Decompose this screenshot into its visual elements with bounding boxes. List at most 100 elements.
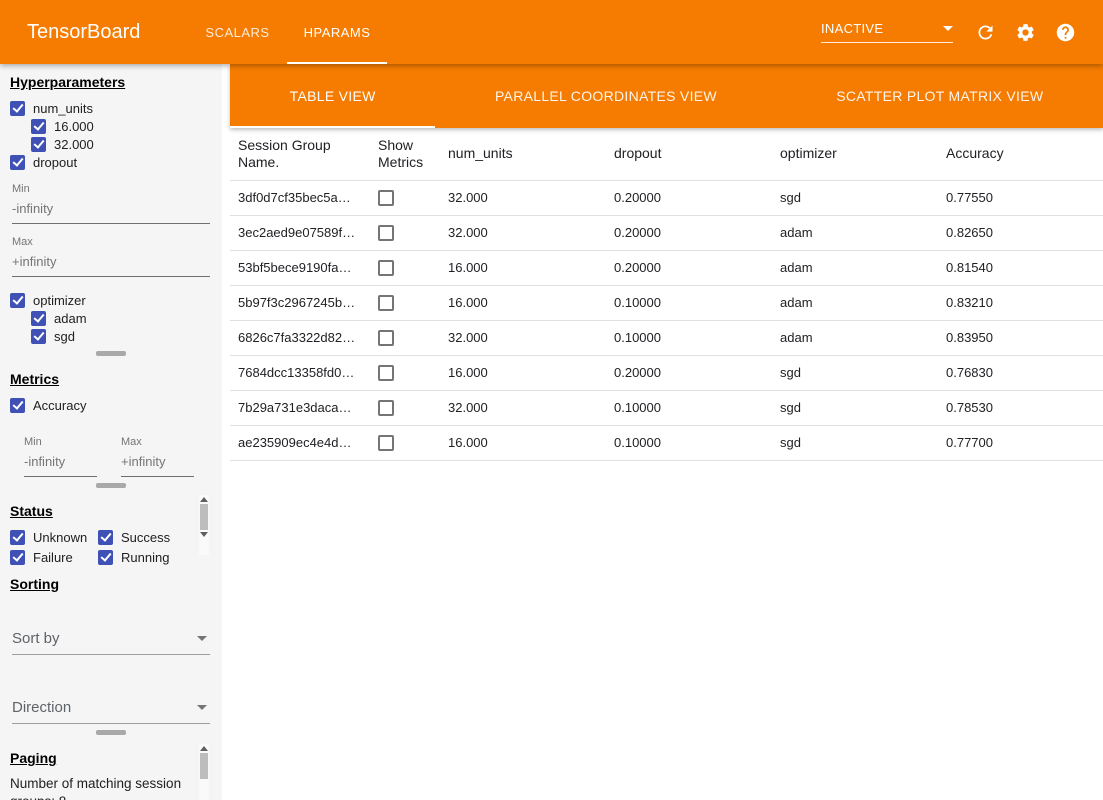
checkbox-checked-icon (10, 101, 25, 116)
optimizer-cell: sgd (772, 180, 938, 215)
gear-icon (1015, 22, 1036, 43)
session-groups-table: Session Group Name. Show Metrics num_uni… (230, 128, 1103, 461)
section-splitter (0, 477, 222, 493)
splitter-handle[interactable] (96, 730, 126, 735)
max-label: Max (121, 436, 194, 448)
show-metrics-checkbox[interactable] (378, 190, 394, 206)
checkbox-status-failure[interactable]: Failure (10, 548, 98, 566)
app-title: TensorBoard (27, 21, 140, 44)
col-optimizer: optimizer (772, 128, 938, 180)
table-row[interactable]: 7b29a731e3daca… 32.000 0.10000 sgd 0.785… (230, 390, 1103, 425)
help-icon (1055, 22, 1076, 43)
num-units-cell: 16.000 (440, 425, 606, 460)
tab-hparams[interactable]: HPARAMS (287, 0, 388, 64)
splitter-handle[interactable] (96, 483, 126, 488)
scroll-down-icon[interactable] (200, 532, 208, 537)
col-accuracy: Accuracy (938, 128, 1103, 180)
table-row[interactable]: ae235909ec4e4d… 16.000 0.10000 sgd 0.777… (230, 425, 1103, 460)
session-group-name-cell: 6826c7fa3322d82… (230, 320, 370, 355)
show-metrics-cell (370, 320, 440, 355)
dropout-cell: 0.10000 (606, 390, 772, 425)
max-label: Max (12, 236, 212, 248)
sort-by-select[interactable]: Sort by (12, 630, 210, 655)
checkbox-status-running[interactable]: Running (98, 548, 188, 566)
checkbox-label: sgd (54, 329, 75, 344)
table-row[interactable]: 3df0d7cf35bec5a… 32.000 0.20000 sgd 0.77… (230, 180, 1103, 215)
status-scrollbar[interactable] (199, 495, 209, 555)
optimizer-cell: sgd (772, 355, 938, 390)
scroll-up-icon[interactable] (200, 497, 208, 502)
help-button[interactable] (1045, 12, 1085, 52)
checkbox-checked-icon (31, 137, 46, 152)
checkbox-label: Running (121, 550, 169, 565)
tab-parallel-coordinates-view[interactable]: PARALLEL COORDINATES VIEW (435, 64, 776, 128)
table-row[interactable]: 3ec2aed9e07589f… 32.000 0.20000 adam 0.8… (230, 215, 1103, 250)
show-metrics-checkbox[interactable] (378, 330, 394, 346)
table-row[interactable]: 5b97f3c2967245b… 16.000 0.10000 adam 0.8… (230, 285, 1103, 320)
checkbox-checked-icon (10, 550, 25, 565)
min-label: Min (24, 436, 97, 448)
show-metrics-cell (370, 390, 440, 425)
metric-max-input[interactable] (121, 450, 194, 477)
direction-value: Direction (12, 699, 71, 716)
accuracy-cell: 0.83210 (938, 285, 1103, 320)
metric-min-input[interactable] (24, 450, 97, 477)
run-selector[interactable]: INACTIVE (821, 21, 953, 43)
tab-scalars[interactable]: SCALARS (188, 0, 286, 64)
show-metrics-checkbox[interactable] (378, 365, 394, 381)
checkbox-label: 32.000 (54, 137, 94, 152)
table-row[interactable]: 7684dcc13358fd0… 16.000 0.20000 sgd 0.76… (230, 355, 1103, 390)
show-metrics-checkbox[interactable] (378, 400, 394, 416)
checkbox-label: dropout (33, 155, 77, 170)
settings-button[interactable] (1005, 12, 1045, 52)
num-units-cell: 16.000 (440, 250, 606, 285)
session-group-name-cell: 53bf5bece9190fa… (230, 250, 370, 285)
scroll-up-icon[interactable] (200, 746, 208, 751)
accuracy-cell: 0.76830 (938, 355, 1103, 390)
dropout-cell: 0.10000 (606, 285, 772, 320)
checkbox-dropout[interactable]: dropout (10, 153, 212, 171)
checkbox-checked-icon (98, 530, 113, 545)
dropout-max-input[interactable] (12, 250, 210, 277)
checkbox-label: 16.000 (54, 119, 94, 134)
direction-select[interactable]: Direction (12, 699, 210, 724)
accuracy-cell: 0.77700 (938, 425, 1103, 460)
tab-scatter-plot-matrix-view[interactable]: SCATTER PLOT MATRIX VIEW (777, 64, 1103, 128)
checkbox-label: Accuracy (33, 398, 86, 413)
show-metrics-cell (370, 180, 440, 215)
accuracy-cell: 0.77550 (938, 180, 1103, 215)
checkbox-optimizer[interactable]: optimizer (10, 291, 212, 309)
session-group-name-cell: ae235909ec4e4d… (230, 425, 370, 460)
checkbox-optimizer-sgd[interactable]: sgd (31, 327, 212, 345)
checkbox-optimizer-adam[interactable]: adam (31, 309, 212, 327)
dropout-cell: 0.20000 (606, 250, 772, 285)
session-group-name-cell: 7684dcc13358fd0… (230, 355, 370, 390)
chevron-down-icon (943, 26, 953, 31)
checkbox-num-units[interactable]: num_units (10, 99, 212, 117)
show-metrics-cell (370, 355, 440, 390)
table-row[interactable]: 6826c7fa3322d82… 32.000 0.10000 adam 0.8… (230, 320, 1103, 355)
show-metrics-checkbox[interactable] (378, 435, 394, 451)
show-metrics-checkbox[interactable] (378, 225, 394, 241)
dropout-min-input[interactable] (12, 197, 210, 224)
splitter-handle[interactable] (96, 351, 126, 356)
scrollbar-thumb[interactable] (200, 753, 208, 779)
num-units-cell: 32.000 (440, 390, 606, 425)
checkbox-checked-icon (31, 119, 46, 134)
paging-scrollbar[interactable] (199, 744, 209, 800)
checkbox-accuracy[interactable]: Accuracy (10, 396, 212, 414)
show-metrics-checkbox[interactable] (378, 260, 394, 276)
checkbox-num-units-32[interactable]: 32.000 (31, 135, 212, 153)
checkbox-status-unknown[interactable]: Unknown (10, 528, 98, 546)
dropout-max-field: Max (12, 236, 212, 277)
checkbox-num-units-16[interactable]: 16.000 (31, 117, 212, 135)
checkbox-status-success[interactable]: Success (98, 528, 188, 546)
show-metrics-checkbox[interactable] (378, 295, 394, 311)
col-dropout: dropout (606, 128, 772, 180)
refresh-button[interactable] (965, 12, 1005, 52)
table-row[interactable]: 53bf5bece9190fa… 16.000 0.20000 adam 0.8… (230, 250, 1103, 285)
dropout-cell: 0.10000 (606, 320, 772, 355)
main-content: TABLE VIEW PARALLEL COORDINATES VIEW SCA… (230, 64, 1103, 800)
scrollbar-thumb[interactable] (200, 504, 208, 530)
tab-table-view[interactable]: TABLE VIEW (230, 64, 435, 128)
